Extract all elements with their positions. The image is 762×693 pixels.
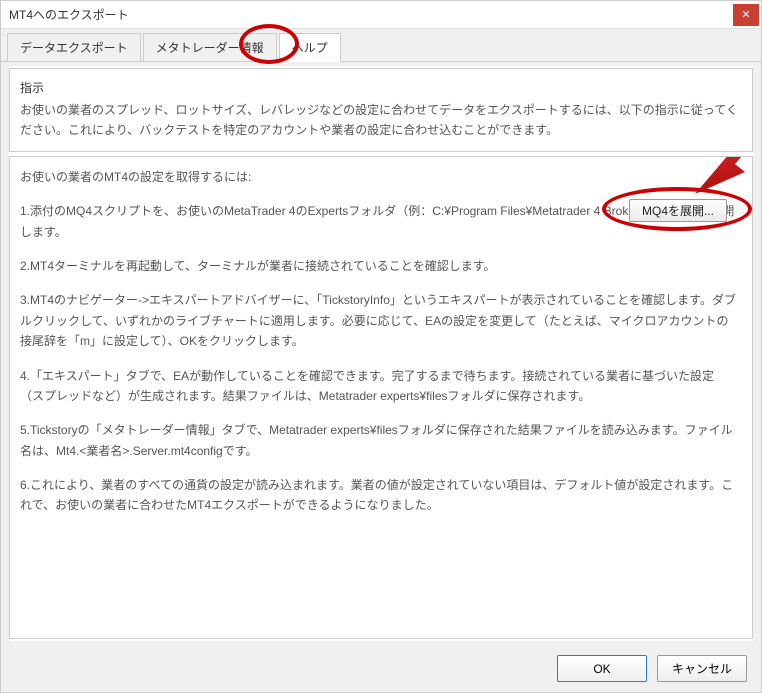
steps-heading: お使いの業者のMT4の設定を取得するには: bbox=[20, 167, 736, 187]
cancel-button[interactable]: キャンセル bbox=[657, 655, 747, 682]
deploy-mq4-button[interactable]: MQ4を展開... bbox=[629, 199, 727, 222]
content-area: 指示 お使いの業者のスプレッド、ロットサイズ、レバレッジなどの設定に合わせてデー… bbox=[9, 66, 753, 641]
dialog-window: MT4へのエクスポート ✕ データエクスポート メタトレーダー情報 ヘルプ 指示… bbox=[0, 0, 762, 693]
instruction-group: 指示 お使いの業者のスプレッド、ロットサイズ、レバレッジなどの設定に合わせてデー… bbox=[9, 68, 753, 152]
step-3: 3.MT4のナビゲーター->エキスパートアドバイザーに、「TickstoryIn… bbox=[20, 290, 736, 351]
close-icon: ✕ bbox=[741, 8, 750, 21]
step-6: 6.これにより、業者のすべての通貨の設定が読み込まれます。業者の値が設定されてい… bbox=[20, 475, 736, 516]
button-bar: OK キャンセル bbox=[1, 645, 761, 692]
steps-group: MQ4を展開... お使いの業者のMT4の設定を取得するには: 1.添付のMQ4… bbox=[9, 156, 753, 639]
window-title: MT4へのエクスポート bbox=[9, 6, 129, 23]
step-5: 5.Tickstoryの「メタトレーダー情報」タブで、Metatrader ex… bbox=[20, 420, 736, 461]
tab-metatrader-info[interactable]: メタトレーダー情報 bbox=[143, 33, 277, 61]
tab-data-export[interactable]: データエクスポート bbox=[7, 33, 141, 61]
instruction-body: お使いの業者のスプレッド、ロットサイズ、レバレッジなどの設定に合わせてデータをエ… bbox=[20, 100, 742, 141]
steps-scroll[interactable]: お使いの業者のMT4の設定を取得するには: 1.添付のMQ4スクリプトを、お使い… bbox=[20, 167, 742, 628]
step-2: 2.MT4ターミナルを再起動して、ターミナルが業者に接続されていることを確認しま… bbox=[20, 256, 736, 276]
close-button[interactable]: ✕ bbox=[733, 4, 759, 26]
tab-help[interactable]: ヘルプ bbox=[279, 33, 341, 62]
step-4: 4.「エキスパート」タブで、EAが動作していることを確認できます。完了するまで待… bbox=[20, 366, 736, 407]
instruction-label: 指示 bbox=[20, 79, 742, 96]
ok-button[interactable]: OK bbox=[557, 655, 647, 682]
tab-bar: データエクスポート メタトレーダー情報 ヘルプ bbox=[1, 29, 761, 62]
titlebar: MT4へのエクスポート ✕ bbox=[1, 1, 761, 29]
